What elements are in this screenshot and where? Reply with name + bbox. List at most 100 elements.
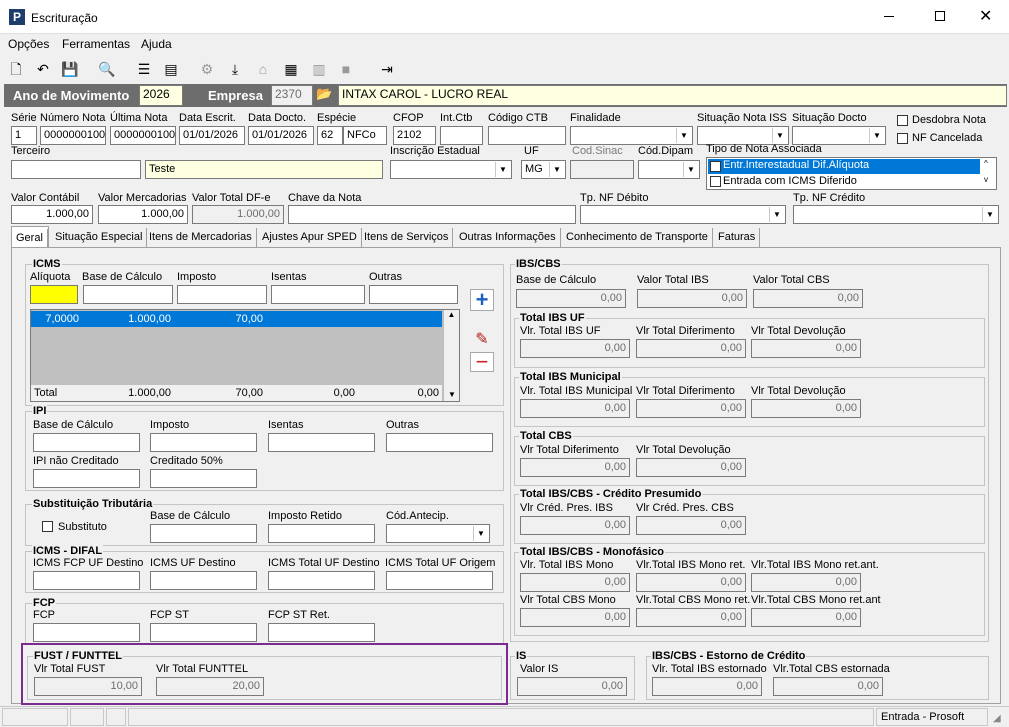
ie-select[interactable]: ▼	[390, 160, 512, 179]
mono-cbs-retant-field[interactable]: 0,00	[751, 608, 861, 627]
tipo-nota-list[interactable]: Entr.Interestadual Dif.Alíquota Entrada …	[706, 157, 997, 190]
uf-select[interactable]: MG ▼	[521, 160, 566, 179]
data-docto-field[interactable]: 01/01/2026	[248, 126, 314, 145]
tpcredito-select[interactable]: ▼	[793, 205, 999, 224]
desdobra-checkbox[interactable]	[897, 115, 908, 126]
grid-scrollbar[interactable]: ▲ ▼	[443, 310, 459, 401]
calc-icon[interactable]: ▦	[280, 59, 302, 79]
preview-icon[interactable]: 🔍	[96, 59, 118, 79]
menu-ferramentas[interactable]: Ferramentas	[62, 37, 130, 51]
report-icon[interactable]: ▤	[160, 59, 182, 79]
maximize-icon[interactable]	[935, 11, 945, 21]
icms-isentas-field[interactable]	[271, 285, 365, 304]
scroll-up-icon[interactable]: ^	[984, 159, 988, 168]
mono-ibs-ret-field[interactable]: 0,00	[636, 573, 746, 592]
cbs-dev-field[interactable]: 0,00	[636, 458, 746, 477]
difal-uf-dest-field[interactable]	[150, 571, 257, 590]
empresa-code[interactable]: 2370	[271, 85, 313, 106]
tpdebito-select[interactable]: ▼	[580, 205, 786, 224]
substituto-checkbox[interactable]	[42, 521, 53, 532]
ibs-uf-dev-field[interactable]: 0,00	[751, 339, 861, 358]
vcontabil-field[interactable]: 1.000,00	[11, 205, 93, 224]
tipo-check-1[interactable]	[710, 161, 721, 172]
icms-outras-field[interactable]	[369, 285, 458, 304]
tipo-item-1[interactable]: Entr.Interestadual Dif.Alíquota	[723, 159, 869, 171]
cancelada-checkbox[interactable]	[897, 133, 908, 144]
sinac-field[interactable]	[570, 160, 634, 179]
chave-field[interactable]	[288, 205, 576, 224]
home-icon[interactable]: ⌂	[252, 59, 274, 79]
especie-field[interactable]: NFCo	[343, 126, 387, 145]
vdfe-field[interactable]: 1.000,00	[192, 205, 284, 224]
ipi-outras-field[interactable]	[386, 433, 493, 452]
icms-base-field[interactable]	[83, 285, 173, 304]
numero-field[interactable]: 0000000100	[40, 126, 106, 145]
add-icon[interactable]: +	[470, 289, 494, 311]
tipo-check-2[interactable]	[710, 176, 721, 187]
tools-icon[interactable]: ⚙	[196, 59, 218, 79]
resize-grip-icon[interactable]: ◢	[993, 713, 1001, 724]
ultima-field[interactable]: 0000000100	[110, 126, 176, 145]
ibs-mun-dev-field[interactable]: 0,00	[751, 399, 861, 418]
tab-situacao[interactable]: Situação Especial	[51, 228, 148, 247]
serie-field[interactable]: 1	[11, 126, 37, 145]
cbs-total-field[interactable]: 0,00	[753, 289, 863, 308]
cp-ibs-field[interactable]: 0,00	[520, 516, 630, 535]
menu-ajuda[interactable]: Ajuda	[141, 37, 172, 51]
cp-cbs-field[interactable]: 0,00	[636, 516, 746, 535]
mono-cbs-ret-field[interactable]: 0,00	[636, 608, 746, 627]
minimize-icon[interactable]	[884, 16, 894, 17]
cfop-field[interactable]: 2102	[393, 126, 436, 145]
fust-field[interactable]: 10,00	[34, 677, 142, 696]
import-icon[interactable]: ⤓	[224, 59, 246, 79]
difal-fcp-field[interactable]	[33, 571, 140, 590]
icms-grid-row[interactable]: 7,0000 1.000,00 70,00	[31, 311, 442, 327]
difal-total-dest-field[interactable]	[268, 571, 375, 590]
ibs-uf-dif-field[interactable]: 0,00	[636, 339, 746, 358]
mono-cbs-field[interactable]: 0,00	[520, 608, 630, 627]
difal-total-orig-field[interactable]	[386, 571, 493, 590]
exit-icon[interactable]: ⇥	[376, 59, 398, 79]
tab-faturas[interactable]: Faturas	[714, 228, 761, 247]
intctb-field[interactable]	[440, 126, 483, 145]
undo-icon[interactable]: ↶	[32, 59, 54, 79]
dipam-select[interactable]: ▼	[638, 160, 700, 179]
tree-icon[interactable]: ☰	[133, 59, 155, 79]
scroll-down-icon[interactable]: v	[984, 175, 988, 184]
list-icon[interactable]: ▥	[308, 59, 330, 79]
ibs-total-field[interactable]: 0,00	[637, 289, 747, 308]
data-escrit-field[interactable]: 01/01/2026	[179, 126, 245, 145]
menu-opcoes[interactable]: Opções	[8, 37, 49, 51]
tab-itens-merc[interactable]: Itens de Mercadorias	[145, 228, 257, 247]
ipi-imposto-field[interactable]	[150, 433, 257, 452]
st-antecip-select[interactable]: ▼	[386, 524, 490, 543]
ibs-mun-dif-field[interactable]: 0,00	[636, 399, 746, 418]
tipo-item-2[interactable]: Entrada com ICMS Diferido	[723, 175, 857, 187]
estorno-cbs-field[interactable]: 0,00	[773, 677, 883, 696]
folder-icon[interactable]: 📂	[316, 86, 332, 102]
tab-conhecimento[interactable]: Conhecimento de Transporte	[562, 228, 713, 247]
tab-geral[interactable]: Geral	[12, 229, 48, 248]
terceiro-code[interactable]	[11, 160, 141, 179]
fcp-st-ret-field[interactable]	[268, 623, 375, 642]
ano-field[interactable]: 2026	[139, 85, 183, 106]
funttel-field[interactable]: 20,00	[156, 677, 264, 696]
vmerc-field[interactable]: 1.000,00	[98, 205, 188, 224]
tab-ajustes[interactable]: Ajustes Apur SPED	[258, 228, 362, 247]
ipi-base-field[interactable]	[33, 433, 140, 452]
tab-itens-serv[interactable]: Itens de Serviços	[360, 228, 454, 247]
close-icon[interactable]: ✕	[979, 6, 992, 26]
finalidade-select[interactable]: ▼	[570, 126, 693, 145]
ipi-nao-cred-field[interactable]	[33, 469, 140, 488]
ibs-mun-field[interactable]: 0,00	[520, 399, 630, 418]
edit-icon[interactable]: ✎	[470, 329, 494, 349]
fcp-field[interactable]	[33, 623, 140, 642]
ibs-base-field[interactable]: 0,00	[516, 289, 626, 308]
tab-outras[interactable]: Outras Informações	[455, 228, 561, 247]
is-field[interactable]: 0,00	[517, 677, 627, 696]
aliquota-field[interactable]	[30, 285, 78, 304]
especie-code[interactable]: 62	[317, 126, 343, 145]
fcp-st-field[interactable]	[150, 623, 257, 642]
st-retido-field[interactable]	[268, 524, 375, 543]
save-icon[interactable]: 💾	[59, 59, 81, 79]
